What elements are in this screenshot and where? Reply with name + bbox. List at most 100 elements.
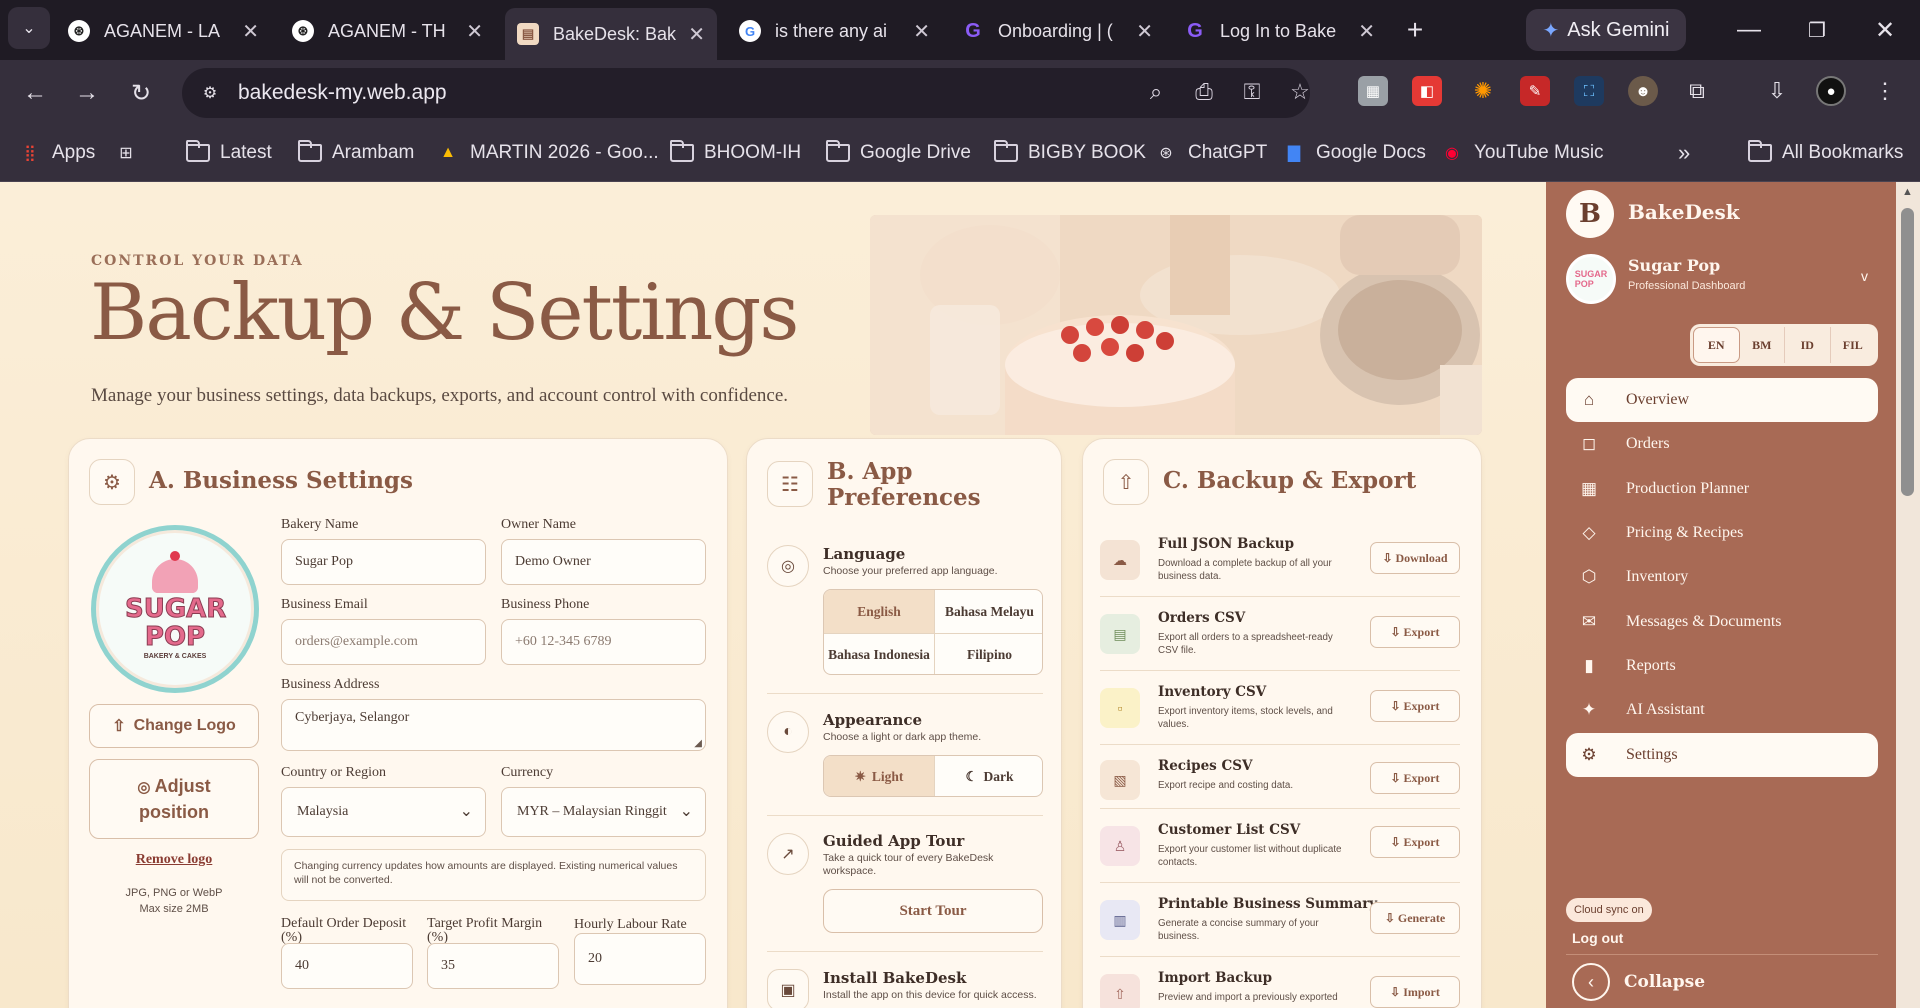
close-tab-icon[interactable]: ✕ (1136, 19, 1153, 44)
business-email-input[interactable]: orders@example.com (281, 619, 486, 665)
minimize-icon[interactable]: — (1726, 7, 1772, 53)
bookmark-docs[interactable]: ▇ Google Docs (1282, 138, 1426, 168)
extension-icon[interactable]: ⛶ (1574, 76, 1604, 106)
language-option[interactable]: English (824, 590, 934, 633)
bookmark-youtube-music[interactable]: ◉ YouTube Music (1440, 138, 1604, 168)
download-button[interactable]: ⇩ Download (1370, 542, 1460, 574)
password-key-icon[interactable]: ⚿ (1236, 76, 1268, 108)
page-scrollbar[interactable]: ▲ (1896, 182, 1920, 1008)
sidebar-item-overview[interactable]: ⌂ Overview (1566, 378, 1878, 422)
sidebar-item-settings[interactable]: ⚙ Settings (1566, 733, 1878, 777)
browser-tab[interactable]: ⊛ AGANEM - TH ✕ (280, 10, 495, 52)
extensions-puzzle-icon[interactable]: ⧉ (1682, 76, 1712, 106)
site-info-icon[interactable]: ⚙ (192, 75, 228, 111)
language-option[interactable]: Bahasa Melayu (934, 590, 1042, 633)
sidebar-item-reports[interactable]: ▮ Reports (1566, 644, 1878, 688)
sidebar-item-inventory[interactable]: ⬡ Inventory (1566, 555, 1878, 599)
bookmark-drive[interactable]: ▲ MARTIN 2026 - Goo... (436, 138, 659, 168)
currency-select[interactable]: MYR – Malaysian Ringgit ⌄ (501, 787, 706, 837)
export-button[interactable]: ⇩ Export (1370, 616, 1460, 648)
browser-tab[interactable]: G Onboarding | ( ✕ (950, 10, 1165, 52)
extension-icon[interactable]: ▦ (1358, 76, 1388, 106)
start-tour-button[interactable]: Start Tour (823, 889, 1043, 933)
downloads-icon[interactable]: ⇩ (1762, 76, 1792, 106)
bookmark-chatgpt[interactable]: ⊛ ChatGPT (1154, 138, 1267, 168)
bakery-name-input[interactable]: Sugar Pop (281, 539, 486, 585)
browser-tab[interactable]: G Log In to Bake ✕ (1172, 10, 1387, 52)
ask-gemini-label: Ask Gemini (1567, 18, 1670, 41)
country-select[interactable]: Malaysia ⌄ (281, 787, 486, 837)
scroll-up-icon[interactable]: ▲ (1902, 186, 1913, 198)
profile-avatar[interactable]: ● (1816, 76, 1846, 106)
close-window-icon[interactable]: ✕ (1862, 7, 1908, 53)
sidebar-item-messages-documents[interactable]: ✉ Messages & Documents (1566, 600, 1878, 644)
all-bookmarks[interactable]: All Bookmarks (1748, 138, 1903, 168)
collapse-button[interactable]: ‹ Collapse (1566, 960, 1878, 1004)
resize-handle-icon[interactable]: ◢ (694, 738, 702, 749)
export-button[interactable]: ⇩ Export (1370, 762, 1460, 794)
new-tab-icon[interactable]: + (1392, 7, 1438, 53)
sidebar-item-ai-assistant[interactable]: ✦ AI Assistant (1566, 688, 1878, 732)
extension-icon[interactable]: ✎ (1520, 76, 1550, 106)
zoom-icon[interactable]: ⌕ (1140, 76, 1172, 108)
bookmark-tab-groups[interactable]: ⊞ (114, 138, 148, 168)
dark-theme-option[interactable]: ☾ Dark (934, 756, 1042, 796)
url-text[interactable]: bakedesk-my.web.app (238, 81, 447, 105)
sidebar-item-pricing-recipes[interactable]: ◇ Pricing & Recipes (1566, 511, 1878, 555)
lang-fil-button[interactable]: FIL (1831, 327, 1876, 363)
change-logo-button[interactable]: ⇧ Change Logo (89, 704, 259, 748)
extension-icon[interactable]: ✺ (1468, 76, 1498, 106)
bookmark-apps[interactable]: ⣿ Apps (18, 138, 95, 168)
close-tab-icon[interactable]: ✕ (913, 19, 930, 44)
sidebar-item-label: Reports (1626, 657, 1676, 674)
margin-input[interactable]: 35 (427, 943, 559, 989)
business-phone-input[interactable]: +60 12-345 6789 (501, 619, 706, 665)
bookmark-folder[interactable]: BHOOM-IH (670, 138, 801, 168)
sidebar-item-orders[interactable]: ◻ Orders (1566, 422, 1878, 466)
owner-name-input[interactable]: Demo Owner (501, 539, 706, 585)
bookmark-folder[interactable]: Arambam (298, 138, 414, 168)
close-tab-icon[interactable]: ✕ (1358, 19, 1375, 44)
close-tab-icon[interactable]: ✕ (688, 22, 705, 47)
logout-link[interactable]: Log out (1572, 930, 1623, 946)
install-app-icon[interactable]: ⎙ (1188, 76, 1220, 108)
labour-rate-input[interactable]: 20 (574, 933, 706, 985)
bookmark-folder[interactable]: Google Drive (826, 138, 971, 168)
bookmark-star-icon[interactable]: ☆ (1284, 76, 1316, 108)
close-tab-icon[interactable]: ✕ (242, 19, 259, 44)
export-button[interactable]: ⇩ Export (1370, 826, 1460, 858)
lang-id-button[interactable]: ID (1785, 327, 1831, 363)
reload-icon[interactable]: ↻ (118, 70, 164, 116)
tab-search-button[interactable]: ⌄ (8, 7, 50, 49)
bookmarks-overflow-icon[interactable]: » (1678, 138, 1690, 168)
light-theme-option[interactable]: ✷ Light (824, 756, 934, 796)
close-tab-icon[interactable]: ✕ (466, 19, 483, 44)
back-icon[interactable]: ← (12, 70, 58, 116)
deposit-input[interactable]: 40 (281, 943, 413, 989)
export-button[interactable]: ⇩ Export (1370, 690, 1460, 722)
remove-logo-link[interactable]: Remove logo (89, 852, 259, 868)
forward-icon[interactable]: → (64, 70, 110, 116)
lang-en-button[interactable]: EN (1693, 327, 1740, 363)
restore-icon[interactable]: ❐ (1794, 7, 1840, 53)
scrollbar-thumb[interactable] (1901, 208, 1914, 496)
import-button[interactable]: ⇩ Import (1370, 976, 1460, 1008)
ask-gemini-button[interactable]: ✦ Ask Gemini (1526, 9, 1686, 51)
browser-tab[interactable]: ⊛ AGANEM - LA ✕ (56, 10, 271, 52)
lang-bm-button[interactable]: BM (1740, 327, 1785, 363)
extension-icon[interactable]: ☻ (1628, 76, 1658, 106)
address-bar[interactable]: ⚙ bakedesk-my.web.app ⌕ ⎙ ⚿ ☆ (182, 68, 1310, 118)
extension-icon[interactable]: ◧ (1412, 76, 1442, 106)
business-address-textarea[interactable]: Cyberjaya, Selangor ◢ (281, 699, 706, 751)
sidebar-item-production-planner[interactable]: ▦ Production Planner (1566, 467, 1878, 511)
generate-button[interactable]: ⇩ Generate (1370, 902, 1460, 934)
account-switcher[interactable]: SUGAR POP Sugar Pop Professional Dashboar… (1566, 252, 1878, 308)
bookmark-folder[interactable]: Latest (186, 138, 272, 168)
adjust-position-button[interactable]: ◎ Adjust position (89, 759, 259, 839)
language-option[interactable]: Filipino (934, 633, 1042, 674)
browser-menu-icon[interactable]: ⋮ (1870, 76, 1900, 106)
language-option[interactable]: Bahasa Indonesia (824, 633, 934, 674)
bookmark-folder[interactable]: BIGBY BOOK (994, 138, 1146, 168)
browser-tab[interactable]: G is there any ai ✕ (727, 10, 942, 52)
browser-tab-active[interactable]: ▤ BakeDesk: Bak ✕ (505, 8, 717, 60)
